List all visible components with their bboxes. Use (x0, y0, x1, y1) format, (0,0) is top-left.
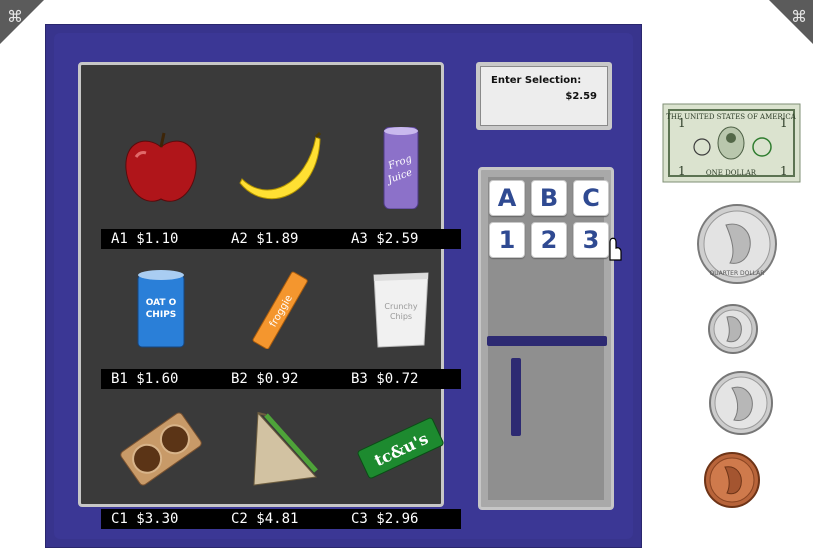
candy-bar-icon: tc&u's (357, 417, 444, 479)
svg-text:⌘: ⌘ (7, 7, 23, 26)
svg-text:Chips: Chips (390, 312, 412, 321)
chips-bag-icon: Crunchy Chips (373, 272, 429, 348)
banana-icon (239, 131, 322, 200)
key-2[interactable]: 2 (531, 222, 567, 258)
key-3[interactable]: 3 (573, 222, 609, 258)
display-price: $2.59 (565, 91, 597, 102)
svg-text:1: 1 (780, 116, 788, 130)
nickel-coin[interactable] (708, 370, 774, 436)
svg-text:OAT O: OAT O (146, 298, 177, 308)
key-a[interactable]: A (489, 180, 525, 216)
corner-clover-icon: ⌘ (769, 0, 813, 44)
control-panel: A B C 1 2 3 (478, 167, 614, 510)
oat-o-chips-can-icon: OAT O CHIPS (137, 270, 185, 348)
product-slot-a1[interactable]: A1 $1.10 (101, 109, 221, 249)
apple-icon (125, 132, 197, 202)
froggie-bar-icon: froggie (252, 271, 308, 349)
product-slot-c2[interactable]: C2 $4.81 (221, 389, 341, 529)
bill-corner-number: 1 (678, 116, 686, 130)
price-label: A1 $1.10 (101, 229, 221, 249)
price-label: B3 $0.72 (341, 369, 461, 389)
svg-text:CHIPS: CHIPS (146, 310, 177, 320)
vending-machine: A1 $1.10 A2 $1.89 Frog Juice A3 $2.59 OA… (45, 24, 642, 548)
bill-top-text: THE UNITED STATES OF AMERICA (666, 113, 797, 121)
bill-bottom-text: ONE DOLLAR (706, 169, 757, 177)
product-slot-c3[interactable]: tc&u's C3 $2.96 (341, 389, 461, 529)
quarter-text: QUARTER DOLLAR (710, 270, 765, 277)
one-dollar-bill[interactable]: THE UNITED STATES OF AMERICA 1 1 1 1 ONE… (662, 103, 801, 183)
hand-cursor-icon (609, 237, 622, 261)
price-label: C1 $3.30 (101, 509, 221, 529)
sandwich-icon (253, 411, 318, 486)
price-label: B1 $1.60 (101, 369, 221, 389)
price-label: A3 $2.59 (341, 229, 461, 249)
svg-text:⌘: ⌘ (791, 7, 807, 26)
svg-text:1: 1 (780, 164, 788, 178)
frog-juice-can-icon: Frog Juice (383, 127, 419, 209)
product-slot-a3[interactable]: Frog Juice A3 $2.59 (341, 109, 461, 249)
penny-coin[interactable] (703, 451, 761, 509)
product-slot-b1[interactable]: OAT O CHIPS B1 $1.60 (101, 249, 221, 389)
product-slot-b3[interactable]: Crunchy Chips B3 $0.72 (341, 249, 461, 389)
quarter-coin[interactable]: QUARTER DOLLAR (696, 203, 778, 285)
selection-display: Enter Selection: $2.59 (476, 62, 612, 130)
product-slot-a2[interactable]: A2 $1.89 (221, 109, 341, 249)
key-c[interactable]: C (573, 180, 609, 216)
price-label: C2 $4.81 (221, 509, 341, 529)
key-b[interactable]: B (531, 180, 567, 216)
cookies-pack-icon (120, 412, 202, 486)
product-slot-b2[interactable]: froggie B2 $0.92 (221, 249, 341, 389)
product-slot-c1[interactable]: C1 $3.30 (101, 389, 221, 529)
price-label: B2 $0.92 (221, 369, 341, 389)
key-1[interactable]: 1 (489, 222, 525, 258)
bill-slot[interactable] (511, 358, 521, 436)
svg-text:1: 1 (678, 164, 686, 178)
coin-slot[interactable] (487, 336, 607, 346)
price-label: A2 $1.89 (221, 229, 341, 249)
display-title: Enter Selection: (491, 75, 582, 86)
corner-clover-icon: ⌘ (0, 0, 44, 44)
product-window: A1 $1.10 A2 $1.89 Frog Juice A3 $2.59 OA… (78, 62, 461, 529)
dime-coin[interactable] (707, 303, 759, 355)
svg-text:Crunchy: Crunchy (384, 302, 417, 311)
price-label: C3 $2.96 (341, 509, 461, 529)
